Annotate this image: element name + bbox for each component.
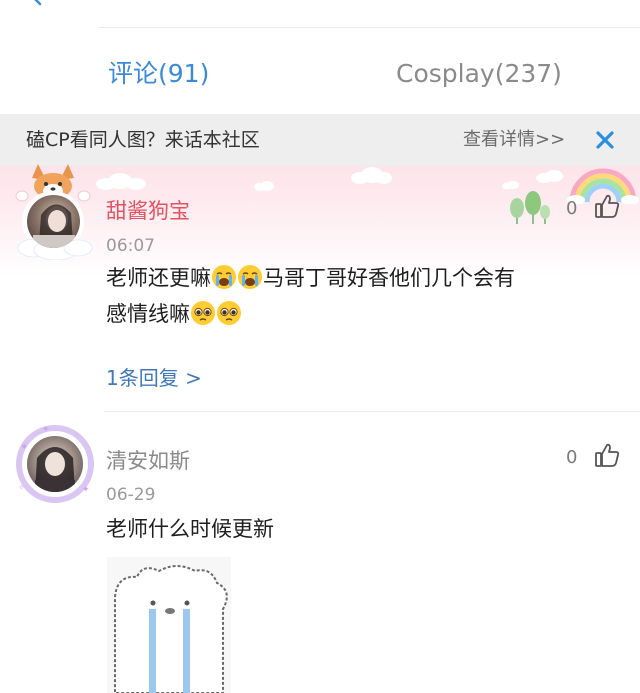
close-icon[interactable] xyxy=(594,129,616,151)
cloud-decoration-icon xyxy=(351,167,392,184)
thumbs-up-icon[interactable] xyxy=(593,192,621,220)
cloud-decoration-icon xyxy=(254,181,274,191)
crying-bear-sticker-icon xyxy=(107,557,231,693)
comment-username[interactable]: 清安如斯 xyxy=(106,445,190,475)
avatar[interactable] xyxy=(14,164,98,260)
avatar-photo xyxy=(27,195,80,248)
comment-divider xyxy=(104,411,640,412)
svg-text:✦: ✦ xyxy=(82,485,90,495)
cloud-decoration-icon xyxy=(502,181,519,190)
like-count: 0 xyxy=(566,447,578,468)
comment-text-part: 马哥丁哥好香他们几个会有 xyxy=(263,266,515,290)
tab-comments[interactable]: 评论(91) xyxy=(108,44,209,104)
cloud-decoration-icon xyxy=(96,173,146,190)
svg-text:✦: ✦ xyxy=(42,425,50,435)
comment-text: 老师什么时候更新 xyxy=(106,517,274,541)
comments-page: 评论(91) Cosplay(237) 磕CP看同人图？来话本社区 查看详情>> xyxy=(0,0,640,693)
tab-bar: 评论(91) Cosplay(237) xyxy=(0,44,640,104)
thumbs-up-icon[interactable] xyxy=(593,441,621,469)
promo-text: 磕CP看同人图？来话本社区 xyxy=(26,129,260,151)
comment-text-part: 老师还更嘛 xyxy=(106,266,211,290)
comment-username[interactable]: 甜酱狗宝 xyxy=(106,195,190,225)
back-chevron-icon[interactable] xyxy=(26,0,46,6)
tab-cosplay[interactable]: Cosplay(237) xyxy=(396,44,562,104)
cloud-decoration-icon xyxy=(536,170,563,183)
pleading-face-emoji-icon xyxy=(217,301,241,325)
svg-text:✦: ✦ xyxy=(20,442,28,453)
comment-timestamp: 06:07 xyxy=(106,236,155,256)
comment-text: 老师还更嘛 马哥丁哥好香他们几个会有 感情线嘛 xyxy=(106,260,626,332)
avatar-photo xyxy=(27,436,83,492)
pleading-face-emoji-icon xyxy=(191,301,215,325)
like-count: 0 xyxy=(566,198,578,219)
tree-decoration-icon xyxy=(510,191,550,224)
view-replies-link[interactable]: 1条回复 > xyxy=(106,362,202,391)
crying-face-emoji-icon xyxy=(238,265,262,289)
promo-details-link[interactable]: 查看详情>> xyxy=(463,114,565,166)
svg-text:✧: ✧ xyxy=(74,431,81,440)
comment-sticker-image[interactable] xyxy=(107,557,231,693)
avatar[interactable]: ✦ ✦ ✦ ✧ ✧ xyxy=(12,420,98,506)
crying-face-emoji-icon xyxy=(212,265,236,289)
top-divider xyxy=(98,27,640,28)
promo-banner: 磕CP看同人图？来话本社区 查看详情>> xyxy=(0,114,640,166)
comment-timestamp: 06-29 xyxy=(106,485,156,505)
svg-text:✧: ✧ xyxy=(18,483,25,492)
comment-text-part: 感情线嘛 xyxy=(106,302,190,326)
